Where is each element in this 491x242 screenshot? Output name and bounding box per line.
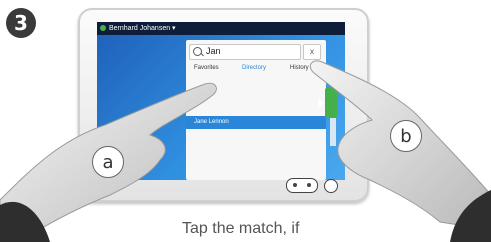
callout-b: b — [390, 120, 422, 152]
hands-illustration — [0, 60, 491, 242]
callout-a: a — [92, 146, 124, 178]
instruction-caption: Tap the match, if — [182, 220, 300, 237]
